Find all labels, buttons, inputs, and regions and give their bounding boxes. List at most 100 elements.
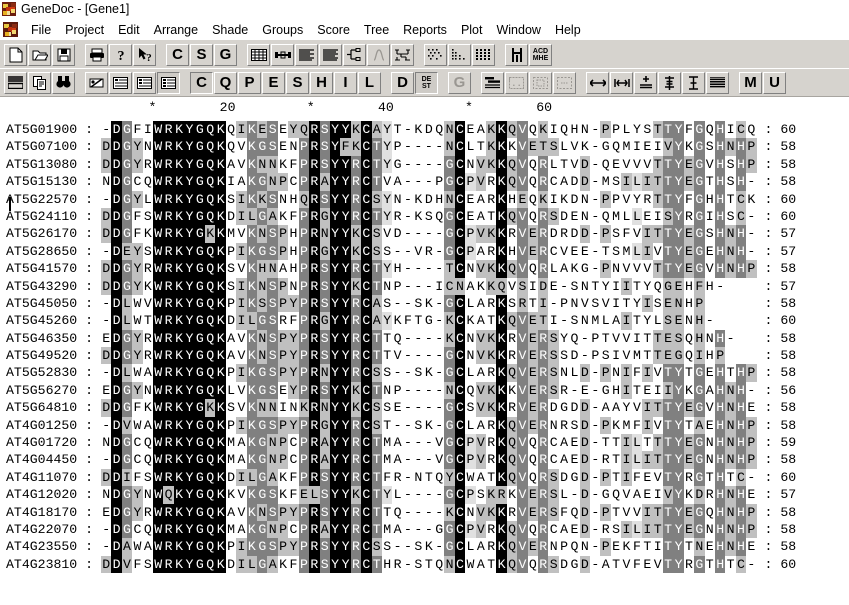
residue-code-button[interactable]: ACD MHE xyxy=(529,43,552,66)
alignment-row[interactable]: AT4G01250 : -DVWAWRKYGQKPIKGSPYPRGYYRCST… xyxy=(0,416,849,435)
sequence-name[interactable]: AT4G18170 xyxy=(6,505,77,520)
sequence-name[interactable]: AT5G43290 xyxy=(6,279,77,294)
sequence-logo-button[interactable] xyxy=(505,43,528,66)
alignment-row[interactable]: AT5G26170 : DDGFKWRKYGKKMVKNSPHPRNYYKCSV… xyxy=(0,225,849,243)
sequence-residues[interactable]: NDGCQWRKYGQKMAKGNPCPRAYYRCTMA---VGCPVRKQ… xyxy=(100,434,757,452)
sequence-name[interactable]: AT4G04450 xyxy=(6,452,77,467)
page-setup-button[interactable] xyxy=(4,71,27,94)
sequence-name[interactable]: AT5G15130 xyxy=(6,174,77,189)
alignment-row[interactable]: AT5G28650 : -DEYSWRKYGQKPIKGSPHPRGYYKCSS… xyxy=(0,242,849,261)
menu-score[interactable]: Score xyxy=(310,21,357,39)
line-height-button[interactable] xyxy=(682,71,705,94)
alignment-row[interactable]: AT4G23810 : DDVFSWRKYGQKDILGAKFPRSYYRCTH… xyxy=(0,555,849,574)
sequence-residues[interactable]: EDGYRWRKYGQKAVKNSPYPRSYYRCTTQ----KCNVKKR… xyxy=(100,329,757,348)
link-view-button[interactable] xyxy=(271,43,294,66)
alignment-view[interactable]: * 20 * 40 * 60 AT5G01900 : -DGFIWRKYGQKQ… xyxy=(0,97,849,601)
menu-reports[interactable]: Reports xyxy=(396,21,454,39)
sequence-residues[interactable]: -DVWAWRKYGQKPIKGSPYPRGYYRCST--SK-GCLARKQ… xyxy=(100,416,757,435)
sequence-residues[interactable]: DDGFKWRKYGKKSVKNNINKRNYYKCSSE----GCSVKKR… xyxy=(100,399,757,417)
justify-button[interactable] xyxy=(706,71,729,94)
alignment-row[interactable]: AT4G04450 : -DGCQWRKYGQKMAKGNPCPRAYYRCTM… xyxy=(0,451,849,469)
sequence-name[interactable]: AT4G01720 xyxy=(6,435,77,450)
dot-matrix-button[interactable] xyxy=(424,43,447,66)
property-s-button[interactable]: S xyxy=(286,71,309,94)
alignment-row[interactable]: AT5G41570 : DDGYRWRKYGQKSVKHNAHPRSYYRCTY… xyxy=(0,260,849,278)
scatter-button[interactable] xyxy=(391,43,414,66)
alignment-row[interactable]: AT4G01720 : NDGCQWRKYGQKMAKGNPCPRAYYRCTM… xyxy=(0,434,849,452)
tree-button[interactable] xyxy=(343,43,366,66)
menu-shade[interactable]: Shade xyxy=(205,21,255,39)
alignment-row[interactable]: AT4G18170 : EDGYRWRKYGQKAVKNSPYPRSYYRCTT… xyxy=(0,503,849,521)
alignment-row[interactable]: AT5G22570 : -DGYLWRKYGQKSIKKSNHQRSYYRCSY… xyxy=(0,190,849,208)
property-i-button[interactable]: I xyxy=(334,71,357,94)
sequence-residues[interactable]: EDGYRWRKYGQKAVKNSPYPRSYYRCTTQ----KCNVKKR… xyxy=(100,503,757,521)
sequence-name[interactable]: AT5G52830 xyxy=(6,365,77,380)
sequence-name[interactable]: AT5G13080 xyxy=(6,157,77,172)
mode-g-button[interactable]: G xyxy=(214,43,237,66)
sequence-residues[interactable]: -DLWAWRKYGQKPIKGSPYPRNYYRCSS--SK-GCLARKQ… xyxy=(100,364,757,382)
sequence-name[interactable]: AT5G64810 xyxy=(6,400,77,415)
alignment-row[interactable]: AT4G12020 : NDGYNWQKYGQKKVKGSKFELSYYKCTY… xyxy=(0,486,849,504)
dot-plot-button[interactable] xyxy=(448,43,471,66)
raise-button[interactable] xyxy=(634,71,657,94)
alignment-row[interactable]: AT5G52830 : -DLWAWRKYGQKPIKGSPYPRNYYRCSS… xyxy=(0,364,849,382)
sequence-residues[interactable]: -DEYSWRKYGQKPIKGSPHPRGYYKCSS--VR-GCPARKH… xyxy=(100,242,757,261)
alignment-row[interactable]: AT4G23550 : -DAWAWRKYGQKPIKGSPYPRSYYRCSS… xyxy=(0,538,849,556)
alignment-row[interactable]: AT5G45050 : -DLWVWRKYGQKPIKSSPYPRSYYRCAS… xyxy=(0,294,849,313)
sequence-name[interactable]: AT5G41570 xyxy=(6,261,77,276)
mode-m-button[interactable]: M xyxy=(739,71,762,94)
alignment-row[interactable]: AT5G46350 : EDGYRWRKYGQKAVKNSPYPRSYYRCTT… xyxy=(0,329,849,348)
sequence-name[interactable]: AT4G12020 xyxy=(6,487,77,502)
sequence-residues[interactable]: -DGCQWRKYGQKMAKGNPCPRAYYRCTMA---VGCPVRKQ… xyxy=(100,451,757,469)
sequence-name[interactable]: AT5G22570 xyxy=(6,192,77,207)
sequence-name[interactable]: AT5G24110 xyxy=(6,209,77,224)
sequence-name[interactable]: AT4G23550 xyxy=(6,539,77,554)
alignment-row[interactable]: AT5G49520 : DDGYRWRKYGQKAVKNSPYPRSYYRCTT… xyxy=(0,347,849,365)
property-h-button[interactable]: H xyxy=(310,71,333,94)
sequence-name[interactable]: AT5G49520 xyxy=(6,348,77,363)
shade-off-button[interactable] xyxy=(85,71,108,94)
sequence-residues[interactable]: DDGYKWRKYGQKSIKNSPNPRSYYKCTNP---ICNAKKQV… xyxy=(100,277,757,295)
menu-window[interactable]: Window xyxy=(489,21,547,39)
property-p-button[interactable]: P xyxy=(238,71,261,94)
menu-arrange[interactable]: Arrange xyxy=(147,21,205,39)
print-button[interactable] xyxy=(85,43,108,66)
mode-u-button[interactable]: U xyxy=(763,71,786,94)
widen-button[interactable] xyxy=(586,71,609,94)
property-dest-button[interactable]: DE ST xyxy=(415,71,438,94)
sequence-name[interactable]: AT4G23810 xyxy=(6,557,77,572)
copy-button[interactable] xyxy=(28,71,51,94)
menu-help[interactable]: Help xyxy=(548,21,588,39)
property-q-button[interactable]: Q xyxy=(214,71,237,94)
sequence-name[interactable]: AT5G26170 xyxy=(6,226,77,241)
narrow-button[interactable] xyxy=(610,71,633,94)
find-button[interactable] xyxy=(52,71,75,94)
grid-view-button[interactable] xyxy=(247,43,270,66)
dense-matrix-button[interactable] xyxy=(472,43,495,66)
sequence-residues[interactable]: -DLWTWRKYGQKDILGSRFPRGYYRCAYKFTG-KCKATKQ… xyxy=(100,312,757,330)
alignment-row[interactable]: AT5G07100 : DDGYNWRKYGQKQVKGSENPRSYFKCTY… xyxy=(0,138,849,156)
alignment-row[interactable]: AT5G15130 : NDGCQWRKYGQKIAKGNPCPRAYYRCTV… xyxy=(0,173,849,191)
sequence-name[interactable]: AT4G01250 xyxy=(6,418,77,433)
shade-conserved-button[interactable] xyxy=(157,71,180,94)
new-file-button[interactable] xyxy=(4,43,27,66)
sequence-residues[interactable]: DDGYRWRKYGQKSVKHNAHPRSYYRCTYH----TCNVKKQ… xyxy=(100,260,757,278)
menu-plot[interactable]: Plot xyxy=(454,21,490,39)
sequence-residues[interactable]: DDGYRWRKYGQKAVKNNKFPRSYYRCTYG----GCNVKKQ… xyxy=(100,155,757,174)
property-d-button[interactable]: D xyxy=(391,71,414,94)
property-e-button[interactable]: E xyxy=(262,71,285,94)
sequence-residues[interactable]: EDGYNWRKYGQKLVKGSEYPRSYYKCTNP----NCQVKKK… xyxy=(100,381,757,400)
menu-groups[interactable]: Groups xyxy=(255,21,310,39)
sequence-name[interactable]: AT4G22070 xyxy=(6,522,77,537)
alignment-row[interactable]: AT5G56270 : EDGYNWRKYGQKLVKGSEYPRSYYKCTN… xyxy=(0,381,849,400)
shade-similarity-button[interactable] xyxy=(133,71,156,94)
alignment-row[interactable]: AT5G01900 : -DGFIWRKYGQKQIKESEYQRSYYKCAY… xyxy=(0,121,849,139)
sequence-residues[interactable]: DDGFKWRKYGKKMVKNSPHPRNYYKCSVD----GCPVKKR… xyxy=(100,225,757,243)
sequence-residues[interactable]: -DGYLWRKYGQKSIKKSNHQRSYYRCSYN-KDHNCEARKH… xyxy=(100,190,757,208)
shade-identity-button[interactable] xyxy=(109,71,132,94)
sequence-residues[interactable]: NDGCQWRKYGQKIAKGNPCPRAYYRCTVA---PGCPVRKQ… xyxy=(100,173,757,191)
sequence-residues[interactable]: DDIFSWRKYGQKDILGAKFPRSYYRCTFR-NTQYCWATKQ… xyxy=(100,468,757,487)
property-c-button[interactable]: C xyxy=(190,71,213,94)
sequence-residues[interactable]: -DLWVWRKYGQKPIKSSPYPRSYYRCAS--SK-GCLARKS… xyxy=(100,294,757,313)
document-icon[interactable] xyxy=(3,22,18,37)
